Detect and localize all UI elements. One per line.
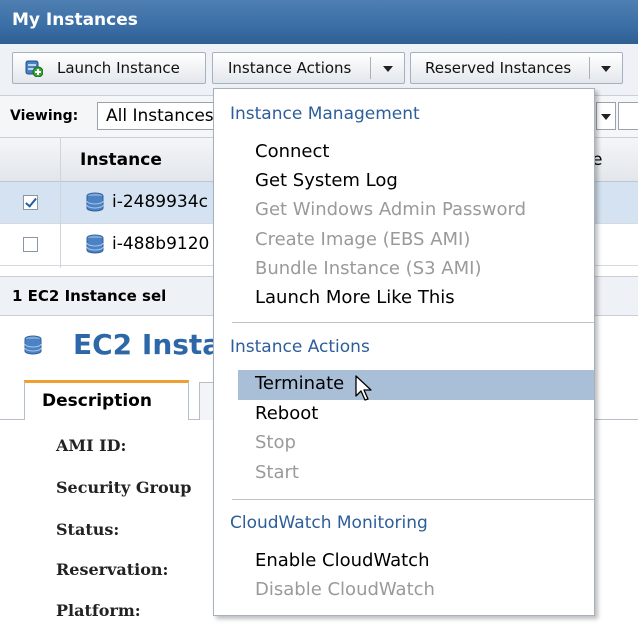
detail-title: EC2 Instar <box>73 328 236 361</box>
instance-id: i-488b9120 <box>112 234 210 254</box>
tab-description[interactable]: Description <box>24 380 189 420</box>
menu-separator <box>232 499 594 500</box>
menu-item-reboot[interactable]: Reboot <box>255 403 318 424</box>
menu-separator <box>232 322 594 323</box>
window-title: My Instances <box>12 10 138 30</box>
menu-item-launch-more-like-this[interactable]: Launch More Like This <box>255 287 455 308</box>
menu-item-stop: Stop <box>255 432 296 453</box>
row-checkbox[interactable] <box>23 195 38 210</box>
menu-section-instance-actions: Instance Actions <box>230 337 370 357</box>
menu-item-start: Start <box>255 462 299 483</box>
menu-item-get-windows-admin-password: Get Windows Admin Password <box>255 199 527 220</box>
menu-item-get-system-log[interactable]: Get System Log <box>255 170 398 191</box>
instance-actions-label: Instance Actions <box>228 59 352 77</box>
selection-count: 1 EC2 Instance sel <box>12 287 167 305</box>
field-label-platform: Platform: <box>56 601 141 620</box>
column-divider <box>60 138 61 268</box>
viewing-label: Viewing: <box>10 108 79 124</box>
launch-instance-button[interactable]: Launch Instance <box>12 52 206 84</box>
mouse-pointer-icon <box>355 375 372 401</box>
launch-instance-label: Launch Instance <box>57 59 180 77</box>
menu-item-bundle-instance: Bundle Instance (S3 AMI) <box>255 258 482 279</box>
menu-item-connect[interactable]: Connect <box>255 141 329 162</box>
field-label-reservation: Reservation: <box>56 560 169 579</box>
title-bar: My Instances <box>0 0 638 44</box>
column-header-instance[interactable]: Instance <box>80 150 162 170</box>
database-icon <box>86 192 104 212</box>
menu-item-create-image: Create Image (EBS AMI) <box>255 229 471 250</box>
chevron-down-icon <box>601 66 611 72</box>
field-label-status: Status: <box>56 520 120 539</box>
menu-item-terminate[interactable]: Terminate <box>255 373 344 394</box>
instance-id: i-2489934c <box>112 192 208 212</box>
database-icon <box>24 335 42 355</box>
field-label-security-group: Security Group <box>56 478 192 497</box>
viewing-select[interactable]: All Instances <box>97 102 219 130</box>
chevron-down-icon <box>601 114 611 120</box>
filter-select-edge[interactable] <box>596 102 616 130</box>
search-field[interactable] <box>618 102 638 130</box>
row-checkbox[interactable] <box>23 237 38 252</box>
database-icon <box>86 234 104 254</box>
launch-instance-icon <box>25 60 43 77</box>
reserved-instances-label: Reserved Instances <box>425 59 572 77</box>
menu-section-cloudwatch-monitoring: CloudWatch Monitoring <box>230 513 428 533</box>
menu-item-enable-cloudwatch[interactable]: Enable CloudWatch <box>255 550 430 571</box>
chevron-down-icon <box>383 66 393 72</box>
menu-section-instance-management: Instance Management <box>230 104 420 124</box>
menu-item-disable-cloudwatch: Disable CloudWatch <box>255 579 435 600</box>
instance-actions-button[interactable]: Instance Actions <box>212 52 405 84</box>
reserved-instances-button[interactable]: Reserved Instances <box>410 52 623 84</box>
field-label-ami-id: AMI ID: <box>56 436 127 455</box>
